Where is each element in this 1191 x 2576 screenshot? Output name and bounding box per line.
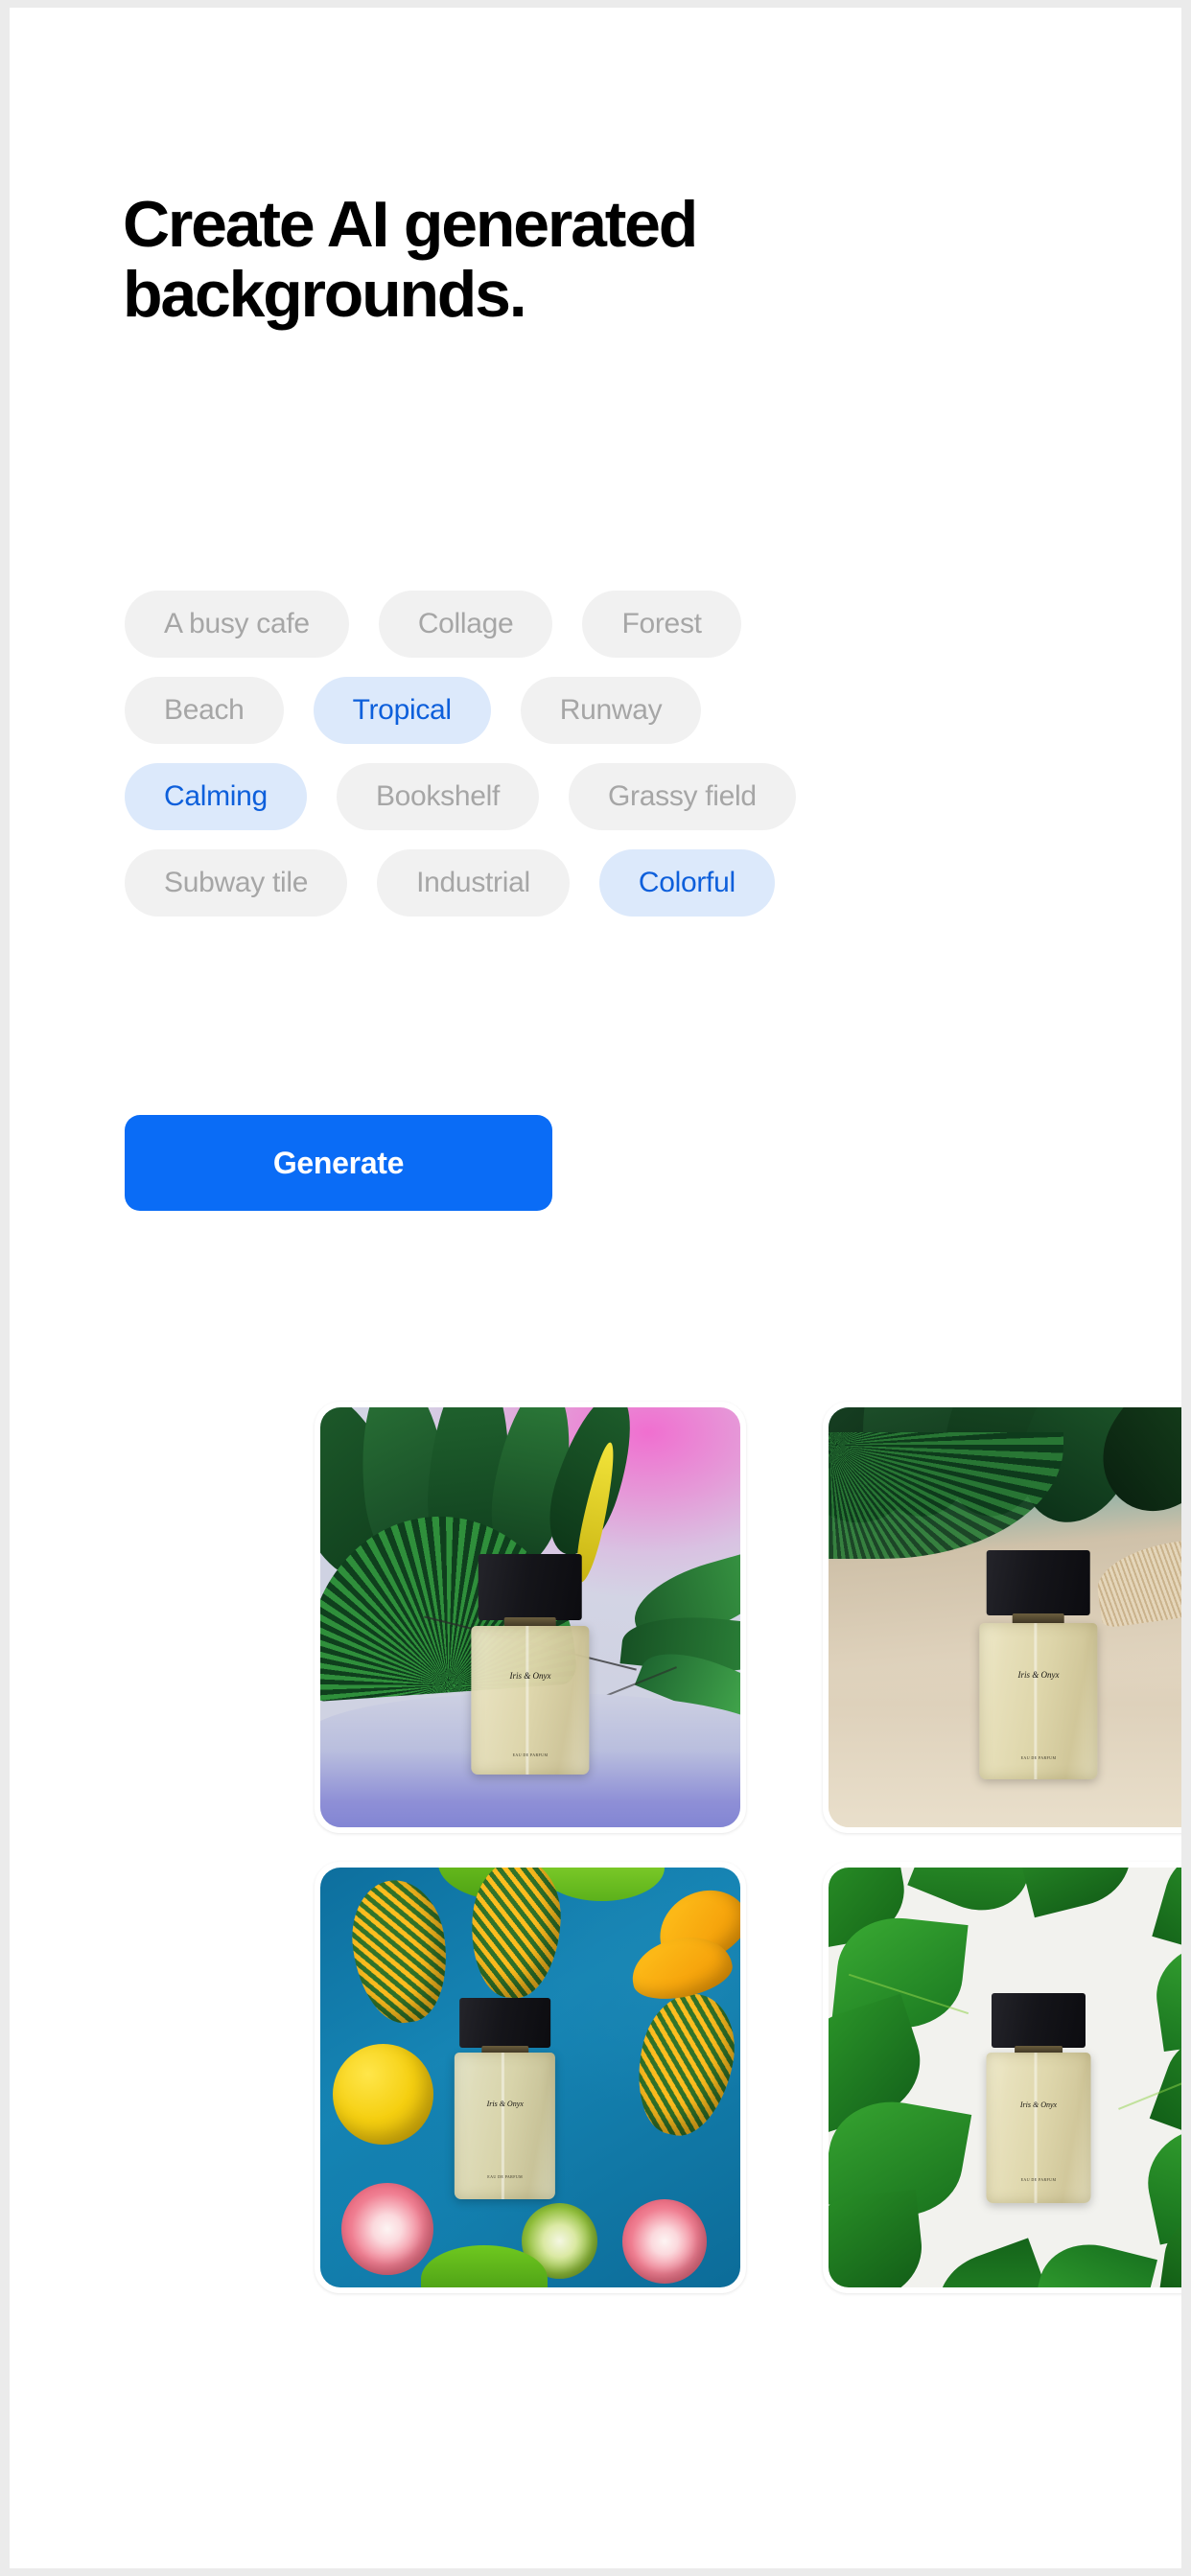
page-title: Create AI generated backgrounds. [123,190,986,330]
scene-pink-gradient-palm: Iris & Onyx EAU DE PARFUM [320,1407,740,1827]
chip-a-busy-cafe[interactable]: A busy cafe [125,591,349,658]
result-thumbnail-2[interactable]: Iris & Onyx EAU DE PARFUM [823,1402,1181,1833]
product-bottle-2: Iris & Onyx EAU DE PARFUM [979,1549,1098,1779]
product-bottle-label-2: Iris & Onyx [1017,1669,1060,1680]
result-image-4: Iris & Onyx EAU DE PARFUM [829,1868,1181,2287]
result-image-1: Iris & Onyx EAU DE PARFUM [320,1407,740,1827]
result-thumbnail-4[interactable]: Iris & Onyx EAU DE PARFUM [823,1862,1181,2293]
chip-bookshelf[interactable]: Bookshelf [336,763,540,830]
chip-runway[interactable]: Runway [520,677,702,744]
chip-colorful[interactable]: Colorful [598,849,775,917]
scene-blue-tropical-fruit: Iris & Onyx EAU DE PARFUM [320,1868,740,2287]
chip-row-3: Calming Bookshelf Grassy field [125,763,1084,830]
product-bottle-1: Iris & Onyx EAU DE PARFUM [471,1554,590,1775]
result-image-3: Iris & Onyx EAU DE PARFUM [320,1868,740,2287]
scene-green-leaves-white: Iris & Onyx EAU DE PARFUM [829,1868,1181,2287]
chip-collage[interactable]: Collage [378,591,553,658]
content-card: Create AI generated backgrounds. A busy … [10,8,1181,2568]
app-screen: Create AI generated backgrounds. A busy … [0,0,1191,2576]
chip-tropical[interactable]: Tropical [313,677,491,744]
product-bottle-3: Iris & Onyx EAU DE PARFUM [455,1997,556,2199]
chip-row-4: Subway tile Industrial Colorful [125,849,1084,917]
product-bottle-label-4: Iris & Onyx [1019,2100,1058,2110]
chip-beach[interactable]: Beach [125,677,284,744]
result-thumbnail-1[interactable]: Iris & Onyx EAU DE PARFUM [315,1402,746,1833]
chip-row-2: Beach Tropical Runway [125,677,1084,744]
page-title-line-2: backgrounds. [123,257,527,331]
scene-sand-dune-palm: Iris & Onyx EAU DE PARFUM [829,1407,1181,1827]
result-image-2: Iris & Onyx EAU DE PARFUM [829,1407,1181,1827]
chip-industrial[interactable]: Industrial [377,849,570,917]
chip-forest[interactable]: Forest [582,591,741,658]
result-thumbnail-3[interactable]: Iris & Onyx EAU DE PARFUM [315,1862,746,2293]
style-chip-group: A busy cafe Collage Forest Beach Tropica… [125,591,1084,936]
product-bottle-label-1: Iris & Onyx [509,1670,551,1681]
chip-grassy-field[interactable]: Grassy field [569,763,796,830]
page-title-line-1: Create AI generated [123,188,698,261]
chip-subway-tile[interactable]: Subway tile [125,849,348,917]
chip-row-1: A busy cafe Collage Forest [125,591,1084,658]
product-bottle-4: Iris & Onyx EAU DE PARFUM [986,1993,1091,2204]
chip-calming[interactable]: Calming [125,763,307,830]
product-bottle-label-3: Iris & Onyx [486,2099,524,2108]
generate-button[interactable]: Generate [125,1115,552,1211]
results-grid: Iris & Onyx EAU DE PARFUM Iris & Onyx EA… [315,1402,1181,2293]
